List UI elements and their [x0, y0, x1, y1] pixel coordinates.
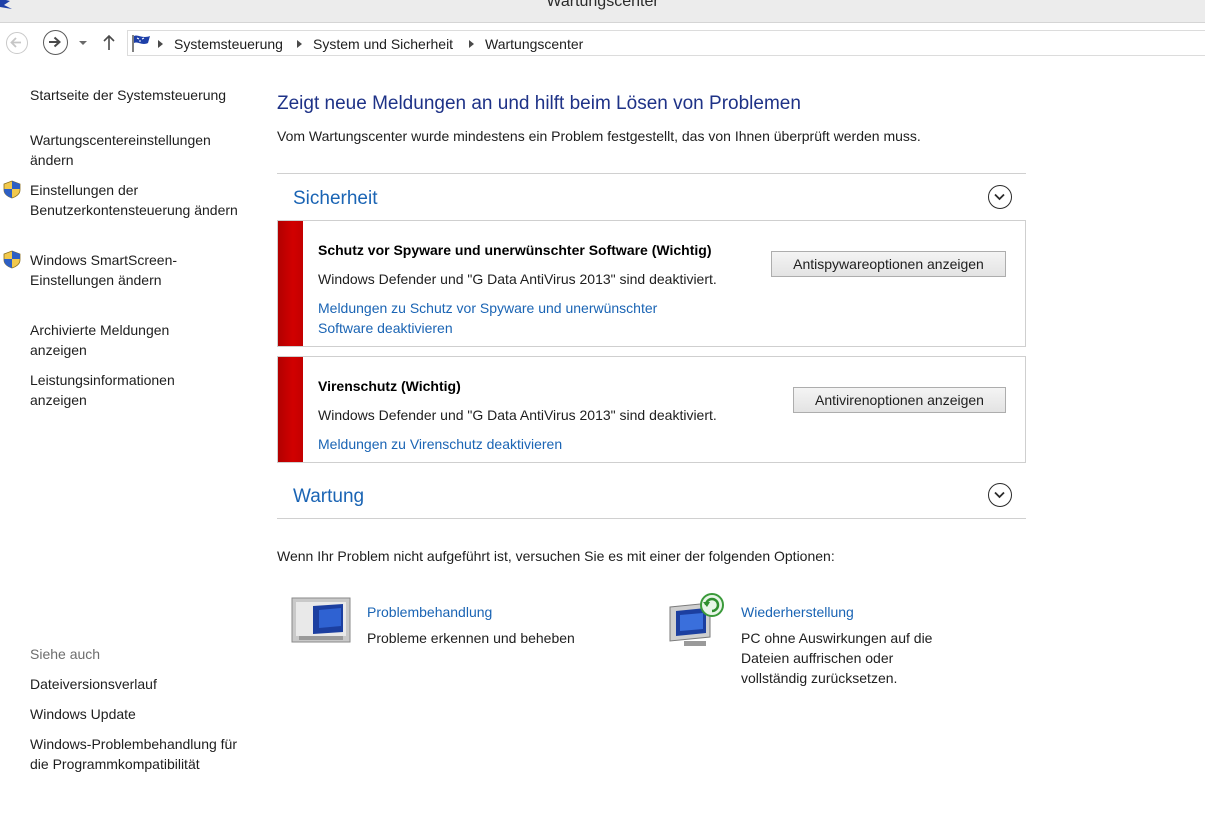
window-title: Wartungscenter	[546, 0, 659, 10]
arrow-left-icon	[10, 37, 21, 48]
recent-locations-dropdown[interactable]	[78, 40, 88, 46]
sidebar-item-file-history[interactable]: Dateiversionsverlauf	[30, 674, 245, 694]
sidebar-item-archived-messages[interactable]: Archivierte Meldungen anzeigen	[30, 320, 200, 360]
uac-shield-icon	[3, 250, 21, 269]
chevron-down-icon	[994, 491, 1005, 499]
breadcrumb-separator[interactable]	[158, 40, 163, 48]
message-title: Schutz vor Spyware und unerwünschter Sof…	[318, 242, 712, 258]
sidebar-item-uac-settings[interactable]: Einstellungen der Benutzerkontensteuerun…	[30, 180, 245, 220]
action-center-flag-icon	[132, 35, 150, 52]
breadcrumb-separator[interactable]	[469, 40, 474, 48]
disable-spyware-messages-link[interactable]: Meldungen zu Schutz vor Spyware und uner…	[318, 298, 708, 338]
critical-status-bar	[278, 357, 303, 462]
message-text: Windows Defender und "G Data AntiVirus 2…	[318, 271, 717, 287]
breadcrumb-systemsteuerung[interactable]: Systemsteuerung	[174, 36, 283, 52]
address-bar[interactable]: Systemsteuerung System und Sicherheit Wa…	[127, 30, 1205, 56]
breadcrumb-system-und-sicherheit[interactable]: System und Sicherheit	[313, 36, 453, 52]
sidebar-item-windows-update[interactable]: Windows Update	[30, 704, 245, 724]
section-security-header[interactable]: Sicherheit	[277, 173, 1026, 220]
breadcrumb-wartungscenter[interactable]: Wartungscenter	[485, 36, 583, 52]
security-message-virus: Virenschutz (Wichtig) Windows Defender u…	[277, 356, 1026, 463]
recovery-link[interactable]: Wiederherstellung	[741, 604, 854, 620]
sidebar-item-performance-info[interactable]: Leistungsinformationen anzeigen	[30, 370, 200, 410]
sidebar-item-compat-troubleshooter[interactable]: Windows-Problembehandlung für die Progra…	[30, 734, 240, 774]
collapse-security-button[interactable]	[988, 185, 1012, 209]
security-message-spyware: Schutz vor Spyware und unerwünschter Sof…	[277, 220, 1026, 347]
forward-button[interactable]	[43, 30, 68, 55]
see-also-heading: Siehe auch	[30, 646, 101, 662]
title-bar: Wartungscenter	[0, 0, 1205, 23]
troubleshooting-description: Probleme erkennen und beheben	[367, 630, 575, 646]
page-title: Zeigt neue Meldungen an und hilft beim L…	[277, 93, 801, 114]
arrow-right-icon	[49, 36, 61, 48]
sidebar-item-maintenance-settings[interactable]: Wartungscentereinstellungen ändern	[30, 130, 245, 170]
sidebar-item-smartscreen[interactable]: Windows SmartScreen-Einstellungen ändern	[30, 250, 220, 290]
sidebar-item-home[interactable]: Startseite der Systemsteuerung	[30, 85, 245, 105]
antivirus-options-button[interactable]: Antivirenoptionen anzeigen	[793, 387, 1006, 413]
antispyware-options-button[interactable]: Antispywareoptionen anzeigen	[771, 251, 1006, 277]
disable-virus-messages-link[interactable]: Meldungen zu Virenschutz deaktivieren	[318, 434, 562, 454]
section-maintenance-title: Wartung	[293, 486, 365, 507]
recovery-description: PC ohne Auswirkungen auf die Dateien auf…	[741, 630, 933, 686]
hint-text: Wenn Ihr Problem nicht aufgeführt ist, v…	[277, 548, 835, 564]
troubleshoot-icon[interactable]	[291, 596, 353, 646]
uac-shield-icon	[3, 180, 21, 199]
section-security-title: Sicherheit	[293, 188, 378, 209]
breadcrumb-separator[interactable]	[297, 40, 302, 48]
critical-status-bar	[278, 221, 303, 346]
troubleshooting-link[interactable]: Problembehandlung	[367, 604, 492, 620]
section-maintenance-header[interactable]: Wartung	[277, 472, 1026, 519]
collapse-maintenance-button[interactable]	[988, 483, 1012, 507]
up-arrow-icon[interactable]	[102, 33, 116, 51]
page-subtitle: Vom Wartungscenter wurde mindestens ein …	[277, 128, 921, 144]
chevron-down-icon	[994, 193, 1005, 201]
back-button[interactable]	[6, 32, 28, 54]
message-title: Virenschutz (Wichtig)	[318, 378, 461, 394]
recovery-icon[interactable]	[666, 591, 730, 649]
message-text: Windows Defender und "G Data AntiVirus 2…	[318, 407, 717, 423]
